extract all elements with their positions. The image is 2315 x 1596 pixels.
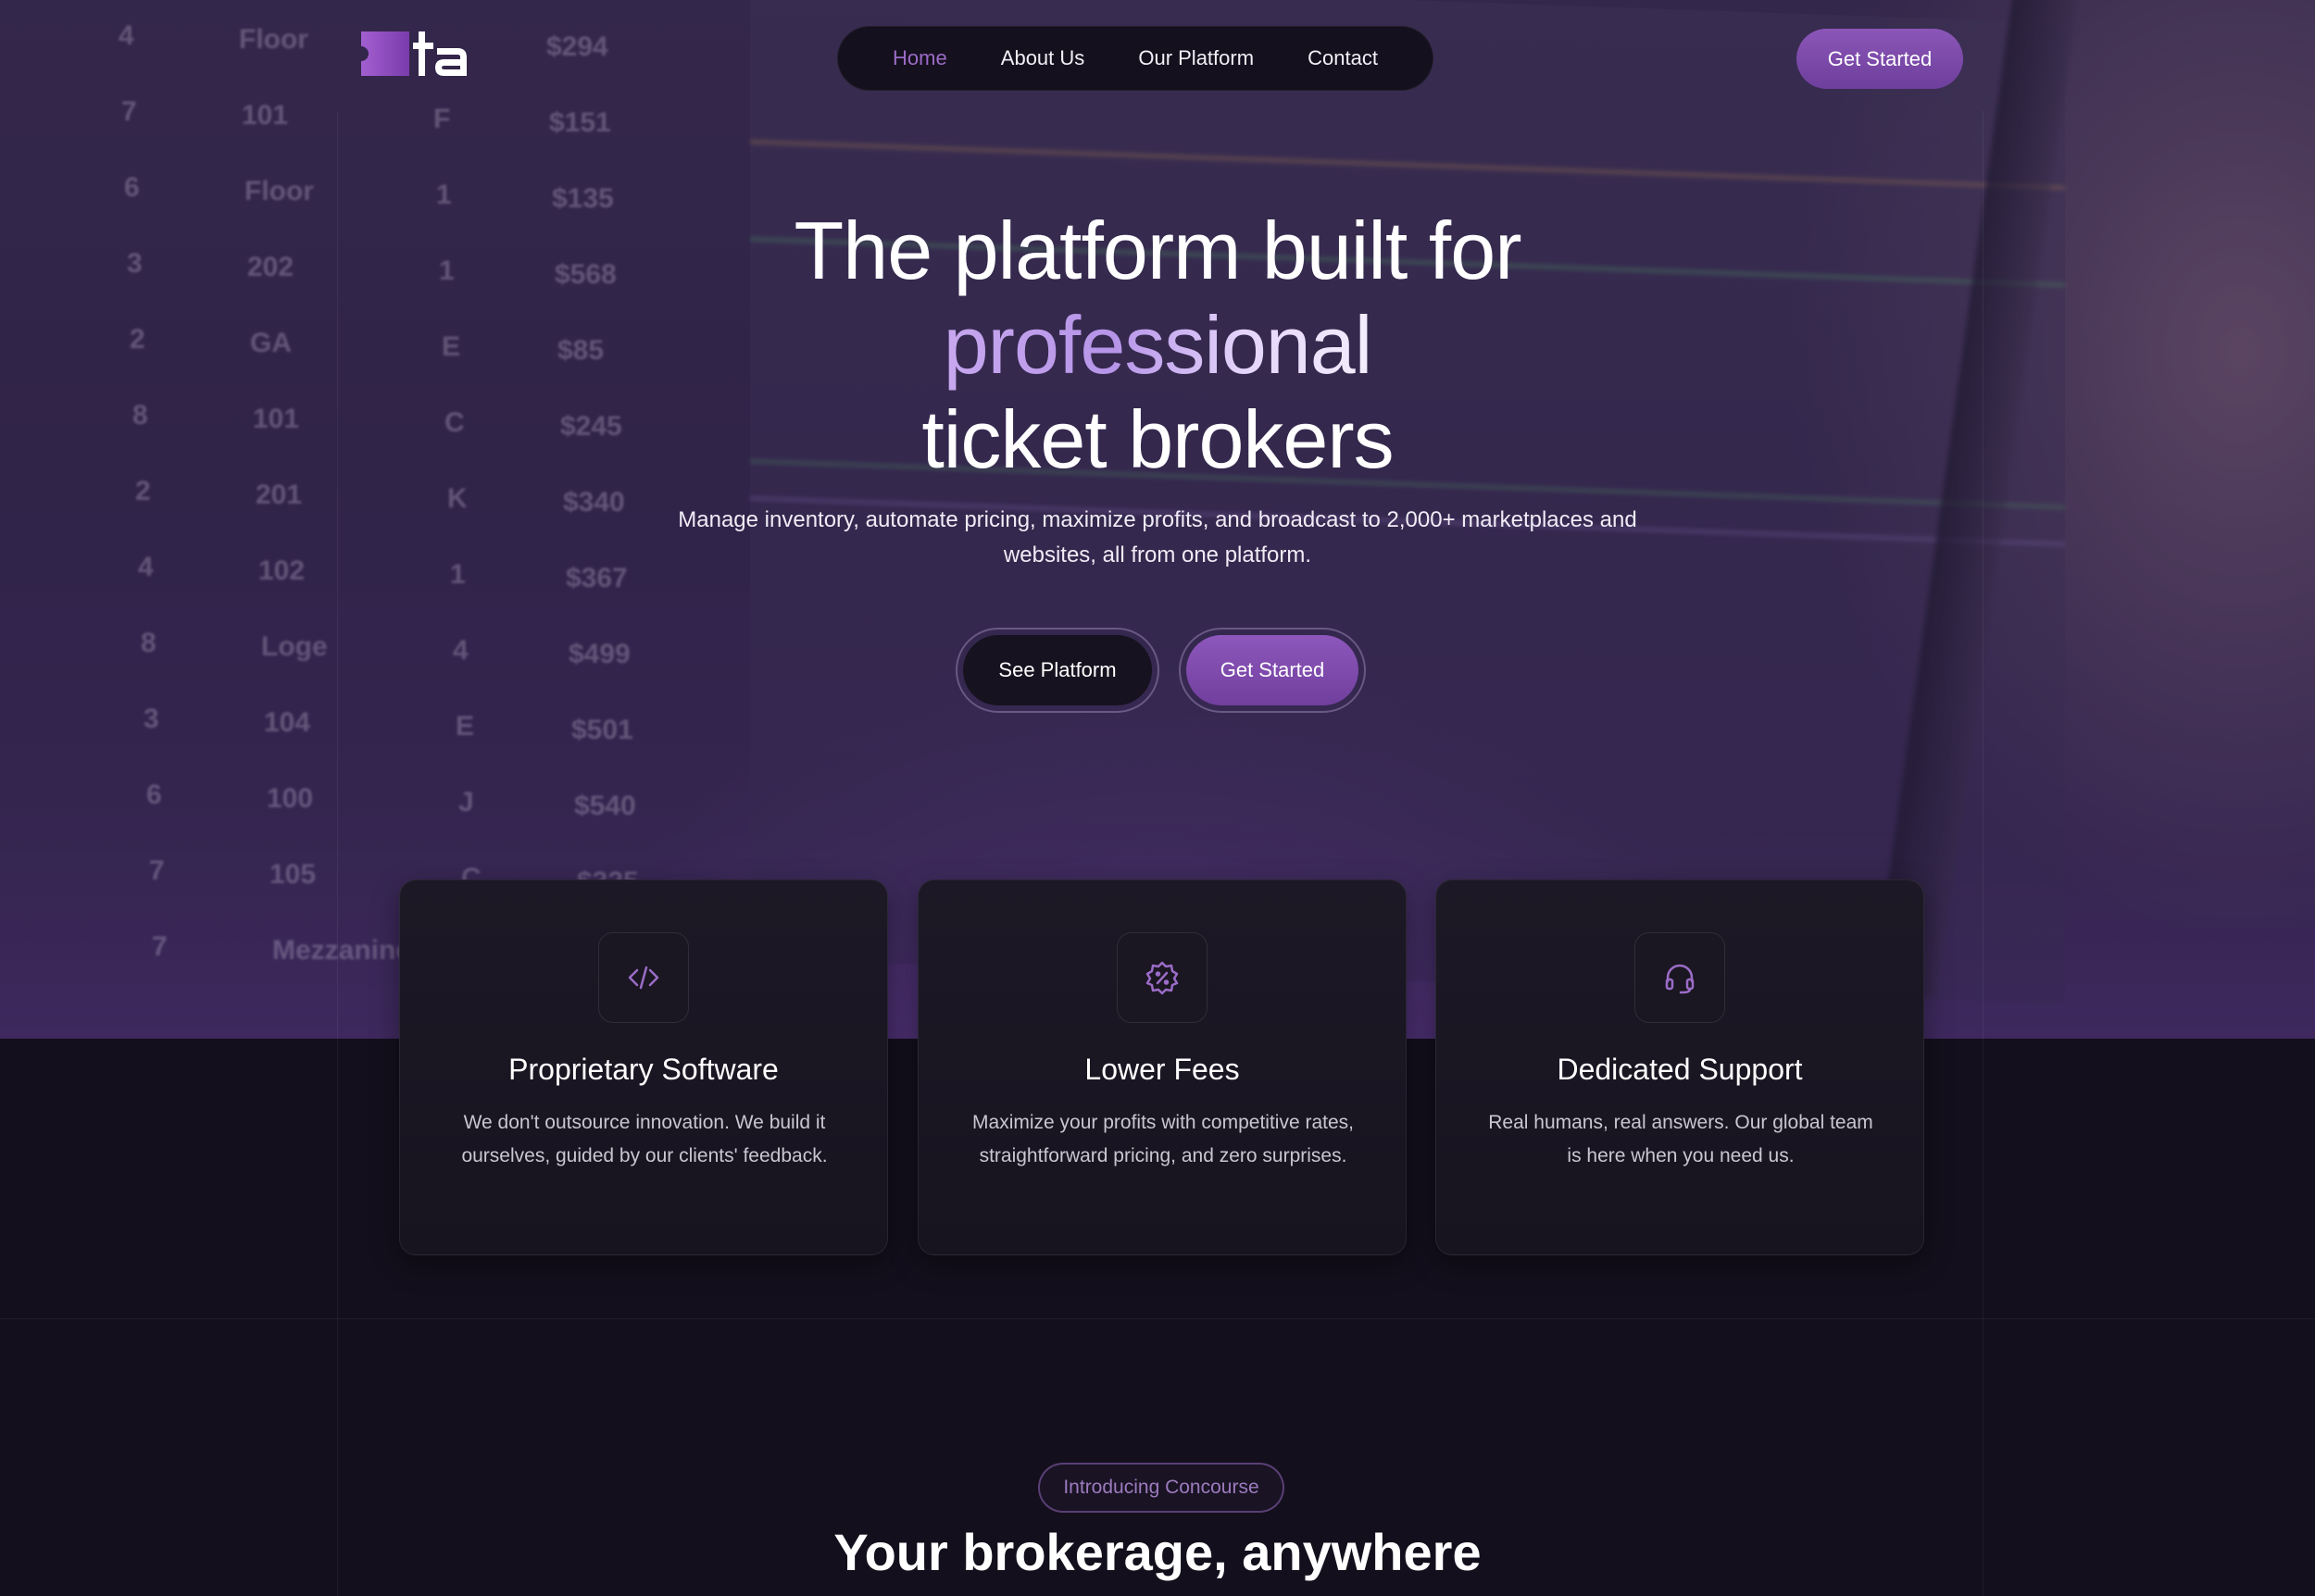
hero-title-line1: The platform built for bbox=[794, 205, 1522, 296]
code-icon bbox=[598, 932, 689, 1023]
feature-text: Real humans, real answers. Our global te… bbox=[1488, 1112, 1873, 1166]
see-platform-button[interactable]: See Platform bbox=[963, 635, 1152, 705]
feature-text: We don't outsource innovation. We build … bbox=[461, 1112, 828, 1166]
nav-home[interactable]: Home bbox=[893, 46, 947, 70]
header-get-started-button[interactable]: Get Started bbox=[1796, 29, 1963, 89]
hero-title-line3: ticket brokers bbox=[921, 393, 1394, 485]
feature-title: Lower Fees bbox=[1084, 1053, 1240, 1086]
feature-card-lower-fees: Lower Fees Maximize your profits with co… bbox=[918, 879, 1407, 1255]
feature-title: Dedicated Support bbox=[1557, 1053, 1803, 1086]
introducing-concourse-badge: Introducing Concourse bbox=[1038, 1463, 1284, 1513]
main-nav: Home About Us Our Platform Contact bbox=[837, 26, 1433, 91]
logo-mark-icon bbox=[361, 31, 467, 76]
hero-subtitle-line1: Manage inventory, automate pricing, maxi… bbox=[678, 507, 1637, 532]
nav-our-platform[interactable]: Our Platform bbox=[1138, 46, 1254, 70]
feature-card-proprietary-software: Proprietary Software We don't outsource … bbox=[399, 879, 888, 1255]
nav-about-us[interactable]: About Us bbox=[1001, 46, 1085, 70]
logo[interactable] bbox=[361, 28, 472, 80]
discount-badge-icon bbox=[1117, 932, 1208, 1023]
feature-text: Maximize your profits with competitive r… bbox=[972, 1112, 1354, 1166]
hero-title-accent: professional bbox=[943, 299, 1373, 391]
hero-subtitle: Manage inventory, automate pricing, maxi… bbox=[648, 503, 1667, 573]
feature-title: Proprietary Software bbox=[508, 1053, 779, 1086]
see-platform-button-ring: See Platform bbox=[956, 628, 1159, 713]
headset-icon bbox=[1634, 932, 1725, 1023]
feature-card-dedicated-support: Dedicated Support Real humans, real answ… bbox=[1435, 879, 1924, 1255]
get-started-button-ring: Get Started bbox=[1179, 628, 1366, 713]
hero-title: The platform built for professional tick… bbox=[602, 204, 1713, 487]
section-divider bbox=[0, 1318, 2315, 1319]
section-title: Your brokerage, anywhere bbox=[833, 1523, 1482, 1581]
hero-get-started-button[interactable]: Get Started bbox=[1186, 635, 1358, 705]
nav-contact[interactable]: Contact bbox=[1308, 46, 1378, 70]
guide-line bbox=[337, 111, 338, 1596]
hero-subtitle-line2: websites, all from one platform. bbox=[1003, 542, 1312, 567]
